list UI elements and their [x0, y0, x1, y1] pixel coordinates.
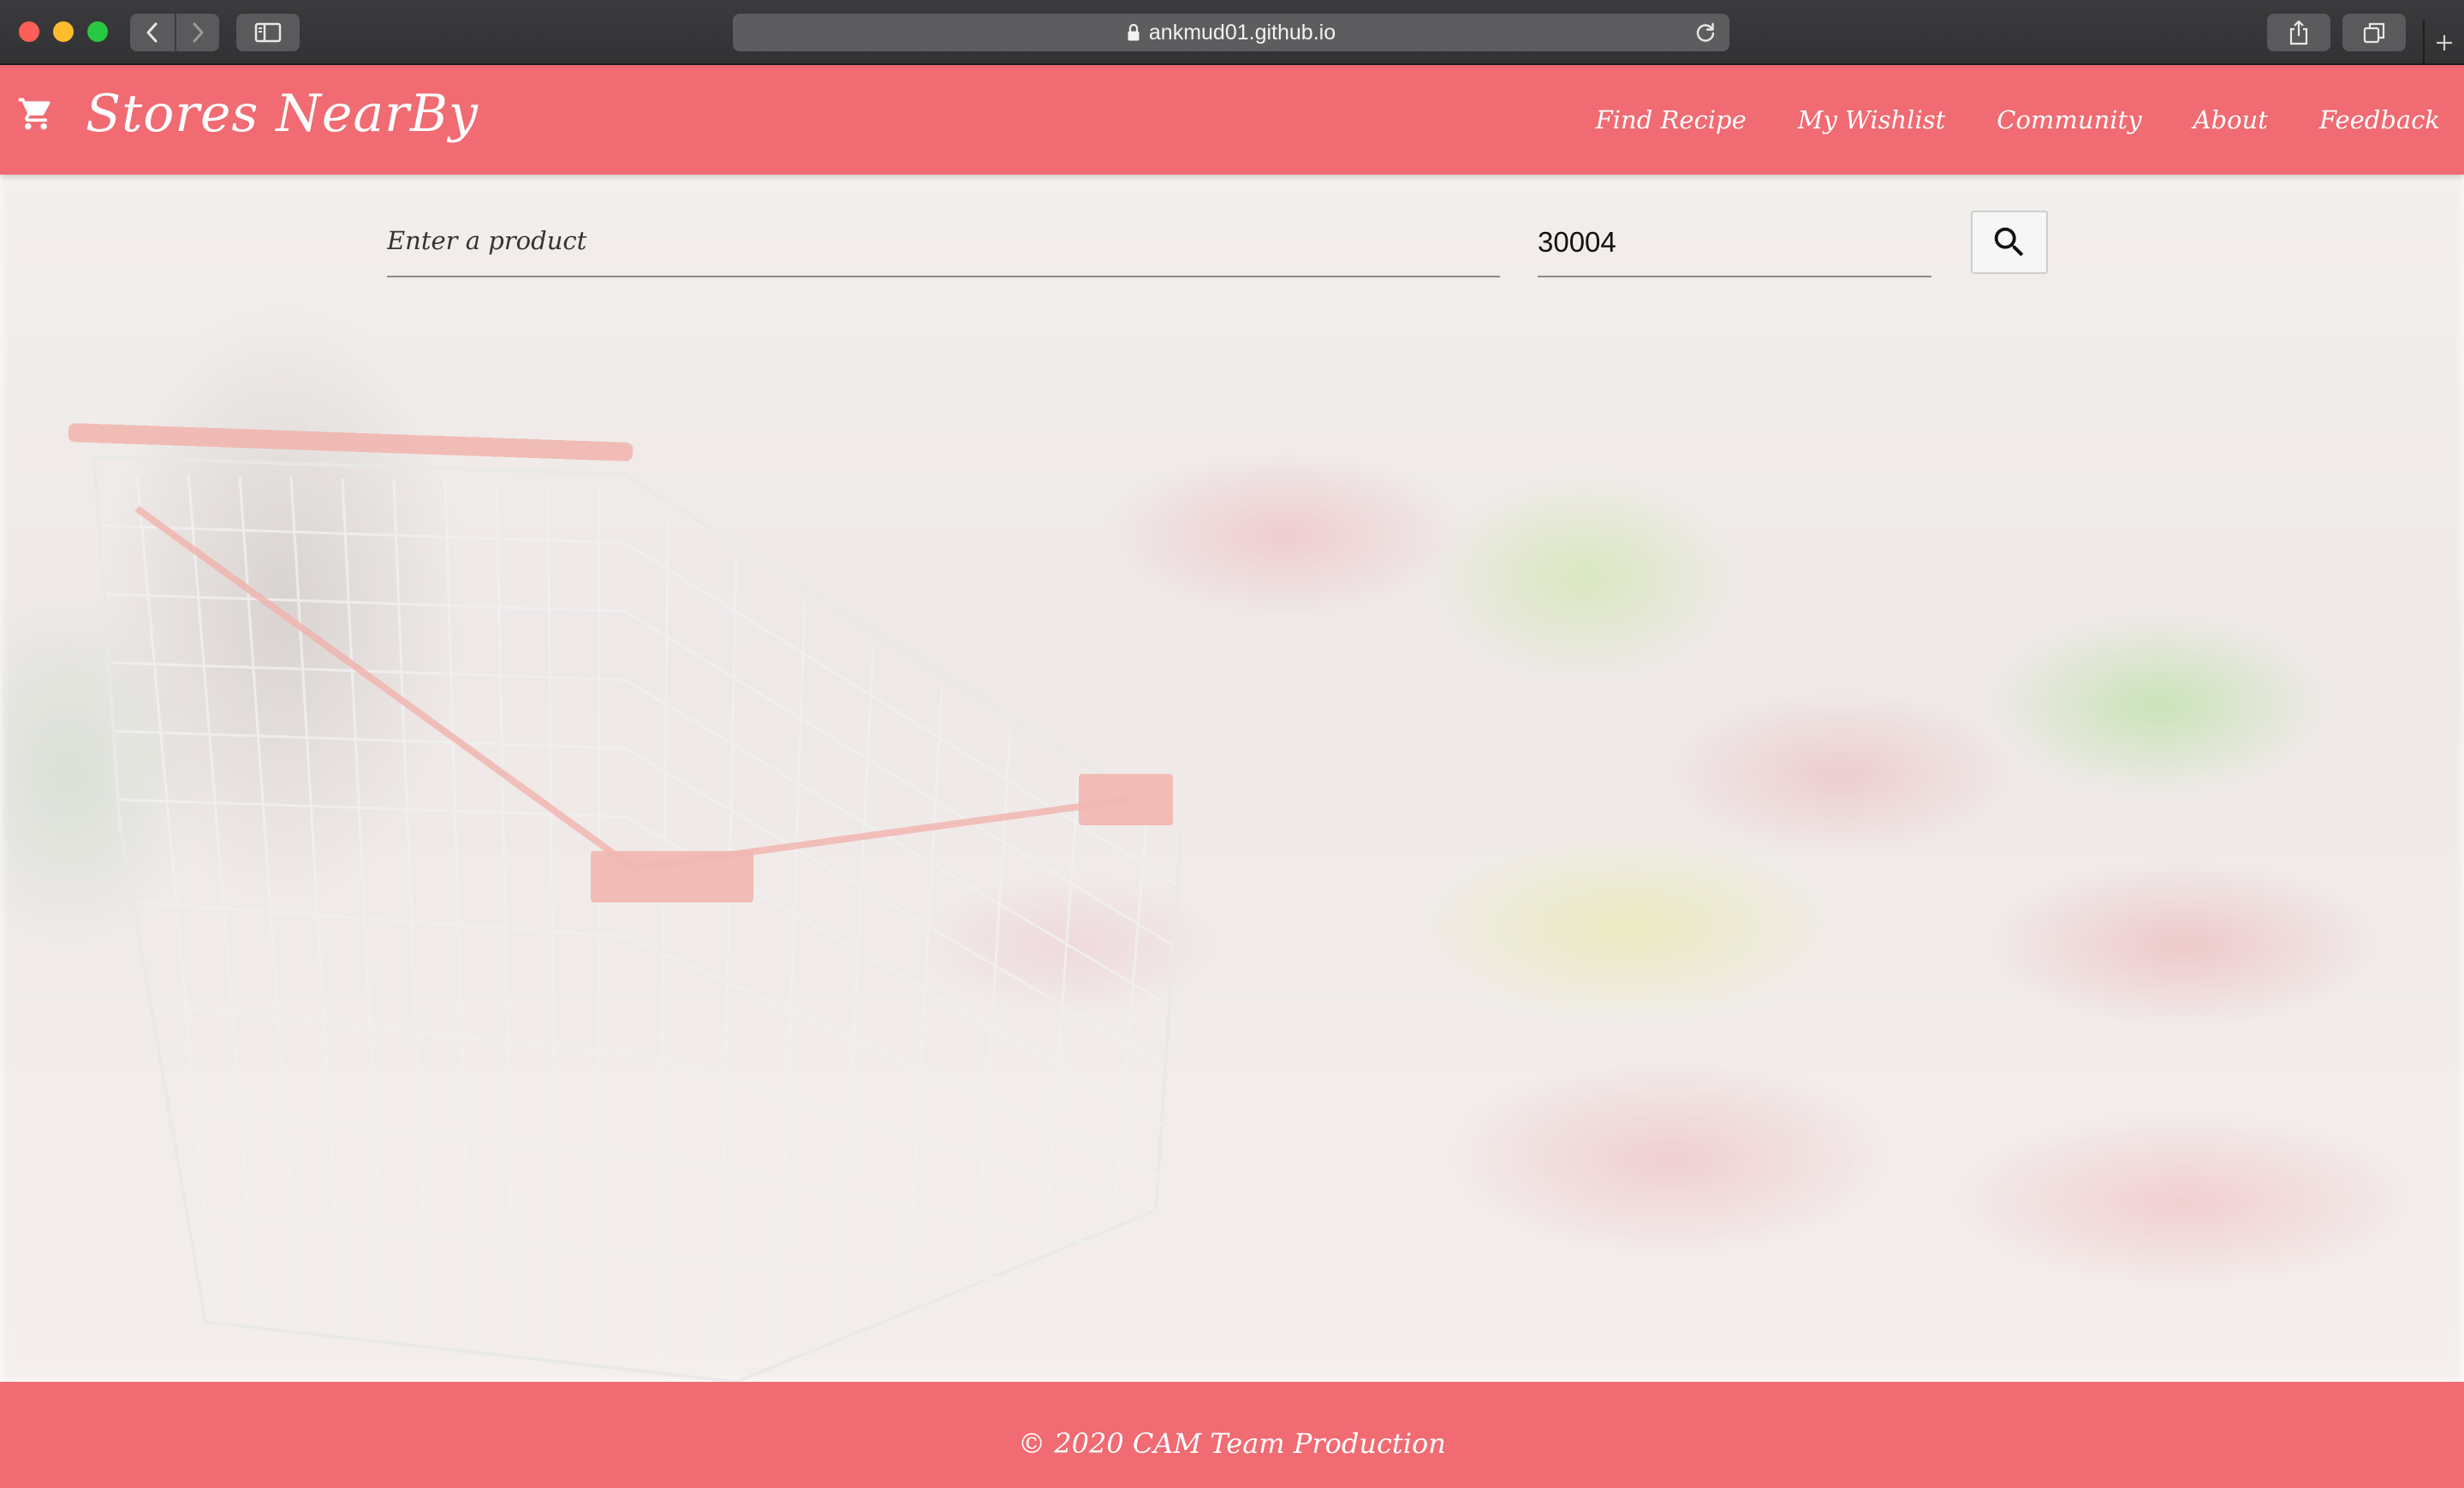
- site-header: Stores NearBy Find Recipe My Wishlist Co…: [0, 65, 2464, 175]
- search-icon: [1994, 227, 2024, 257]
- zip-code-input[interactable]: [1538, 209, 1931, 276]
- browser-toolbar: ankmud01.github.io: [0, 0, 2464, 65]
- hero-overlay: [0, 175, 2464, 1382]
- history-nav: [130, 14, 219, 51]
- nav-feedback[interactable]: Feedback: [2319, 105, 2440, 134]
- zoom-window-button[interactable]: [87, 21, 108, 42]
- nav-find-recipe[interactable]: Find Recipe: [1596, 105, 1747, 134]
- nav-my-wishlist[interactable]: My Wishlist: [1798, 105, 1946, 134]
- new-tab-button[interactable]: [2423, 21, 2464, 65]
- reload-button[interactable]: [1693, 21, 1717, 45]
- product-search-input[interactable]: [387, 209, 1500, 276]
- nav-about[interactable]: About: [2193, 105, 2268, 134]
- brand-home-link[interactable]: Stores NearBy: [17, 84, 479, 144]
- hero-section: [0, 175, 2464, 1382]
- sidebar-icon: [254, 22, 282, 43]
- close-window-button[interactable]: [19, 21, 39, 42]
- webpage: Stores NearBy Find Recipe My Wishlist Co…: [0, 65, 2464, 1488]
- chevron-right-icon: [193, 22, 204, 43]
- lock-icon: [1127, 23, 1140, 42]
- site-title: Stores NearBy: [86, 84, 479, 144]
- sidebar-toggle-button[interactable]: [236, 14, 300, 51]
- url-text: ankmud01.github.io: [1148, 20, 1336, 45]
- zip-field: [1538, 209, 1931, 277]
- back-button[interactable]: [130, 14, 175, 51]
- nav-community[interactable]: Community: [1997, 105, 2141, 134]
- share-icon: [2289, 20, 2308, 45]
- address-bar[interactable]: ankmud01.github.io: [733, 14, 1729, 51]
- main-nav: Find Recipe My Wishlist Community About …: [1544, 65, 2440, 175]
- forward-button[interactable]: [175, 14, 219, 51]
- tabs-overview-icon: [2363, 22, 2385, 44]
- share-button[interactable]: [2267, 14, 2330, 51]
- minimize-window-button[interactable]: [53, 21, 74, 42]
- tab-overview-button[interactable]: [2342, 14, 2406, 51]
- plus-icon: [2437, 35, 2452, 51]
- site-footer: © 2020 CAM Team Production: [0, 1382, 2464, 1488]
- reload-icon: [1696, 22, 1715, 42]
- chevron-left-icon: [146, 22, 158, 43]
- shopping-cart-icon: [17, 95, 55, 133]
- search-button[interactable]: [1971, 211, 2048, 274]
- product-field: [387, 209, 1500, 277]
- footer-copyright: © 2020 CAM Team Production: [1018, 1427, 1446, 1460]
- search-form: [0, 175, 2464, 346]
